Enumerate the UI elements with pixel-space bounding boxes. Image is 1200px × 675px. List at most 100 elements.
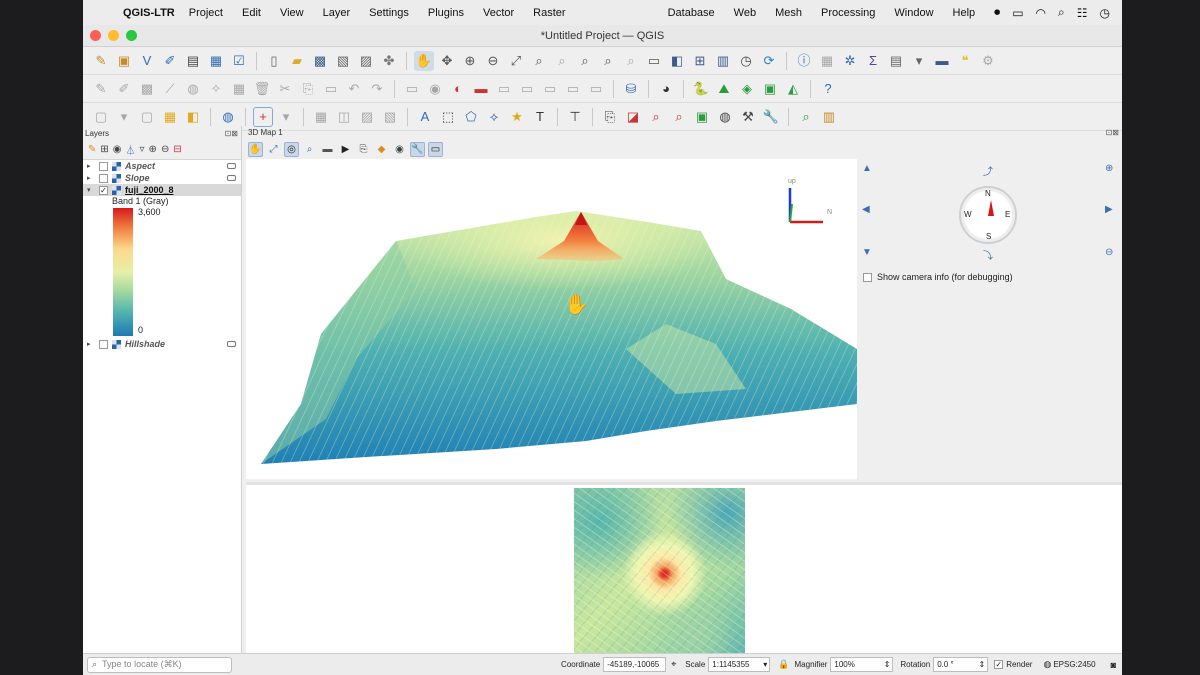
raster-align-icon[interactable]: ▣ [692,107,712,127]
zoom-in-icon[interactable]: ⊕ [460,51,480,71]
panel-float-close-icon[interactable]: ⊡⊠ [225,129,238,138]
expand-arrow-icon[interactable]: ▸ [87,162,95,170]
panel-float-close-icon[interactable]: ⊡⊠ [1106,128,1119,137]
messages-icon[interactable]: ◙ [1111,660,1116,670]
zoom-full-icon[interactable]: ⤢ [506,51,526,71]
expand-arrow-icon[interactable]: ▸ [87,174,95,182]
open-project-icon[interactable]: ▰ [287,51,307,71]
copy-map-icon[interactable]: ⎘ [600,107,620,127]
map-themes-icon[interactable]: ◉ [113,144,122,155]
menu-edit[interactable]: Edit [242,7,261,19]
advanced-digitize-icon[interactable]: ▦ [311,107,331,127]
layer-stack-icon[interactable]: ◈ [737,79,757,99]
refresh-icon[interactable]: ⟳ [759,51,779,71]
dropdown-icon[interactable]: ▾ [909,51,929,71]
raster-grid-icon[interactable]: ▦ [206,51,226,71]
camera-sync-icon[interactable]: ◉ [392,142,407,157]
reshape-icon[interactable]: ▨ [357,107,377,127]
zoom-out-3d-icon[interactable]: ⊖ [1105,247,1113,258]
layout-manager-icon[interactable]: ▨ [356,51,376,71]
new-vector-layer-icon[interactable]: V [137,51,157,71]
lock-scale-icon[interactable]: 🔒 [778,659,789,670]
menu-vector[interactable]: Vector [483,7,514,19]
layer-visibility-checkbox[interactable] [99,173,108,183]
zoom-raster-icon[interactable]: ⌕ [669,107,689,127]
rotation-stepper[interactable]: 0.0 ° ⇕ [933,657,989,672]
zoom-layer-icon[interactable]: ⌕ [552,51,572,71]
camera-info-toggle[interactable]: Show camera info (for debugging) [863,272,1013,282]
map-3d-canvas[interactable]: up N ✋ [246,159,857,479]
close-window-button[interactable] [90,30,101,41]
wifi-icon[interactable]: ◠ [1036,6,1046,20]
zoom-native-icon[interactable]: ⌕ [575,51,595,71]
label-properties-icon[interactable]: ▭ [586,79,606,99]
save-edits-icon[interactable]: ▩ [137,79,157,99]
rotate-down-icon[interactable]: ⤵ [983,247,993,262]
marker-annotation-icon[interactable]: ★ [507,107,527,127]
toggle-editing-icon[interactable]: ✐ [114,79,134,99]
minimize-window-button[interactable] [108,30,119,41]
change-label-icon[interactable]: ▭ [540,79,560,99]
show-bookmarks-icon[interactable]: ▥ [713,51,733,71]
select-features-icon[interactable]: ▢ [91,107,111,127]
map-2d-canvas[interactable] [246,482,1122,656]
menu-plugins[interactable]: Plugins [428,7,464,19]
zoom-last-icon[interactable]: ⌕ [598,51,618,71]
bookmark-icon[interactable]: ⊞ [690,51,710,71]
crs-button[interactable]: EPSG:2450 [1053,660,1095,669]
select-dropdown-icon[interactable]: ▾ [114,107,134,127]
style-manager-icon[interactable]: ✤ [379,51,399,71]
battery-icon[interactable]: ▭ [1012,6,1023,20]
processing-toolbox-icon[interactable]: ✲ [840,51,860,71]
wrench-icon[interactable]: 🔧 [761,107,781,127]
xml-icon[interactable]: ▣ [760,79,780,99]
menu-web[interactable]: Web [734,7,756,19]
rotate-label-icon[interactable]: ▭ [517,79,537,99]
toggle-extents-icon[interactable]: ⌖ [671,659,676,670]
layer-row-slope[interactable]: ▸ Slope [83,172,241,184]
layer-row-fuji[interactable]: ▾ ✓ fuji_2000_8 [83,184,241,196]
layer-indicator-icon[interactable] [227,175,236,181]
gps-icon[interactable]: ▤ [183,51,203,71]
layer-row-hillshade[interactable]: ▸ Hillshade [83,338,241,350]
layer-row-aspect[interactable]: ▸ Aspect [83,160,241,172]
split-icon[interactable]: ▧ [380,107,400,127]
zoom-full-3d-icon[interactable]: ⤢ [266,142,281,157]
crs-globe-icon[interactable]: ◍ [1043,659,1051,670]
move-right-icon[interactable]: ▶ [1105,204,1113,215]
zoom-selection-icon[interactable]: ⌕ [529,51,549,71]
measure-icon[interactable]: ▤ [886,51,906,71]
tilt-up-icon[interactable]: ▲ [862,163,872,174]
statistical-summary-icon[interactable]: Σ [863,51,883,71]
qgis-cloud-icon[interactable]: ▥ [819,107,839,127]
record-icon[interactable]: ⏺ [994,5,1000,20]
collapse-all-icon[interactable]: ⊖ [161,144,169,155]
globe-icon[interactable]: ◍ [218,107,238,127]
select-annotation-icon[interactable]: ⬚ [438,107,458,127]
layer-visibility-checkbox[interactable]: ✓ [99,185,108,195]
vertex-tool-icon[interactable]: ✧ [206,79,226,99]
app-menu[interactable]: QGIS-LTR [123,7,175,19]
quick-search-icon[interactable]: ⌕ [796,107,816,127]
layer-indicator-icon[interactable] [227,163,236,169]
compass-icon[interactable]: N S E W [959,186,1017,244]
measure-3d-icon[interactable]: ▬ [320,142,335,157]
show-hide-labels-icon[interactable]: ▭ [563,79,583,99]
filter-expression-icon[interactable]: ▿ [140,144,145,155]
move-label-icon[interactable]: ▭ [494,79,514,99]
zoom-next-icon[interactable]: ⌕ [621,51,641,71]
spotlight-search-icon[interactable]: ⌕ [1058,5,1065,20]
help-icon[interactable]: ? [818,79,838,99]
add-group-icon[interactable]: ⊞ [100,144,108,155]
pan-map-icon[interactable]: ✋ [414,50,434,71]
grass-icon[interactable]: ◕ [656,79,676,99]
add-feature-icon[interactable]: ◍ [183,79,203,99]
map-tips-icon[interactable]: ▬ [932,51,952,71]
export-scene-icon[interactable]: ⎘ [356,142,371,157]
new-map-view-icon[interactable]: ▭ [644,51,664,71]
menu-processing[interactable]: Processing [821,7,875,19]
pin-labels-icon[interactable]: ◉ [425,79,445,99]
locator-search-input[interactable]: ⌕ Type to locate (⌘K) [87,656,232,673]
menu-view[interactable]: View [280,7,304,19]
layer-indicator-icon[interactable] [227,341,236,347]
